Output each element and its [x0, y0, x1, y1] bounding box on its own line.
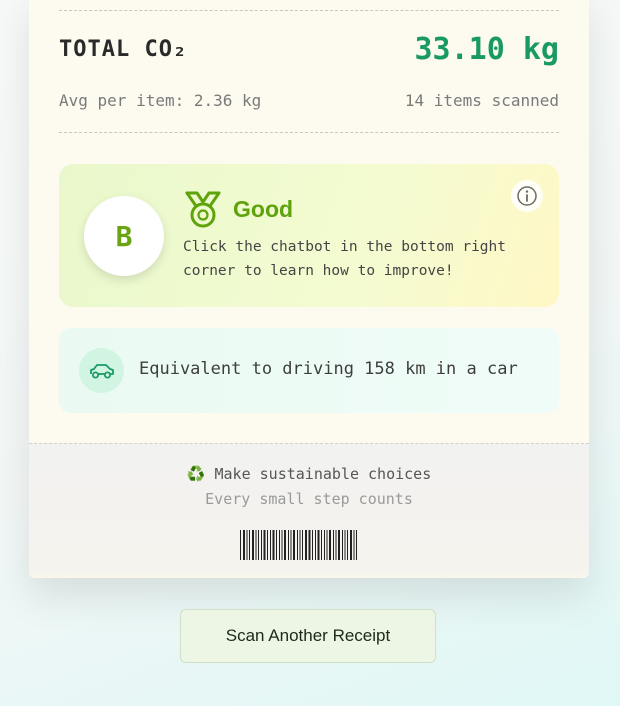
avg-per-item: Avg per item: 2.36 kg	[59, 91, 262, 110]
items-scanned-count: 14 items scanned	[404, 91, 559, 110]
recycle-icon: ♻️	[186, 465, 206, 483]
footer-line1: Make sustainable choices	[214, 465, 432, 483]
summary-divider	[59, 132, 559, 133]
car-icon-badge	[79, 348, 124, 393]
equivalent-card: Equivalent to driving 158 km in a car	[59, 328, 559, 413]
top-divider	[59, 10, 559, 11]
grade-message: Click the chatbot in the bottom right co…	[183, 239, 507, 279]
scan-another-receipt-button[interactable]: Scan Another Receipt	[180, 609, 436, 663]
grade-card: B Good Click the chatbot in the bottom r…	[59, 164, 559, 307]
receipt-card: TOTAL CO₂ 33.10 kg Avg per item: 2.36 kg…	[29, 0, 589, 578]
grade-badge: B	[84, 196, 164, 276]
info-button[interactable]	[511, 180, 543, 212]
medal-icon	[185, 191, 221, 228]
info-icon	[517, 186, 537, 206]
barcode-graphic	[240, 530, 357, 560]
driving-equivalent-text: Equivalent to driving 158 km in a car	[139, 359, 518, 379]
receipt-footer: ♻️ Make sustainable choices Every small …	[29, 443, 589, 578]
footer-line2: Every small step counts	[205, 490, 413, 508]
total-co2-label: TOTAL CO₂	[59, 37, 188, 62]
grade-title: Good	[233, 196, 294, 222]
receipt-torn-edge	[29, 571, 589, 578]
footer-message: ♻️ Make sustainable choices	[29, 465, 589, 483]
total-co2-value: 33.10 kg	[414, 32, 560, 67]
car-icon	[89, 363, 114, 378]
